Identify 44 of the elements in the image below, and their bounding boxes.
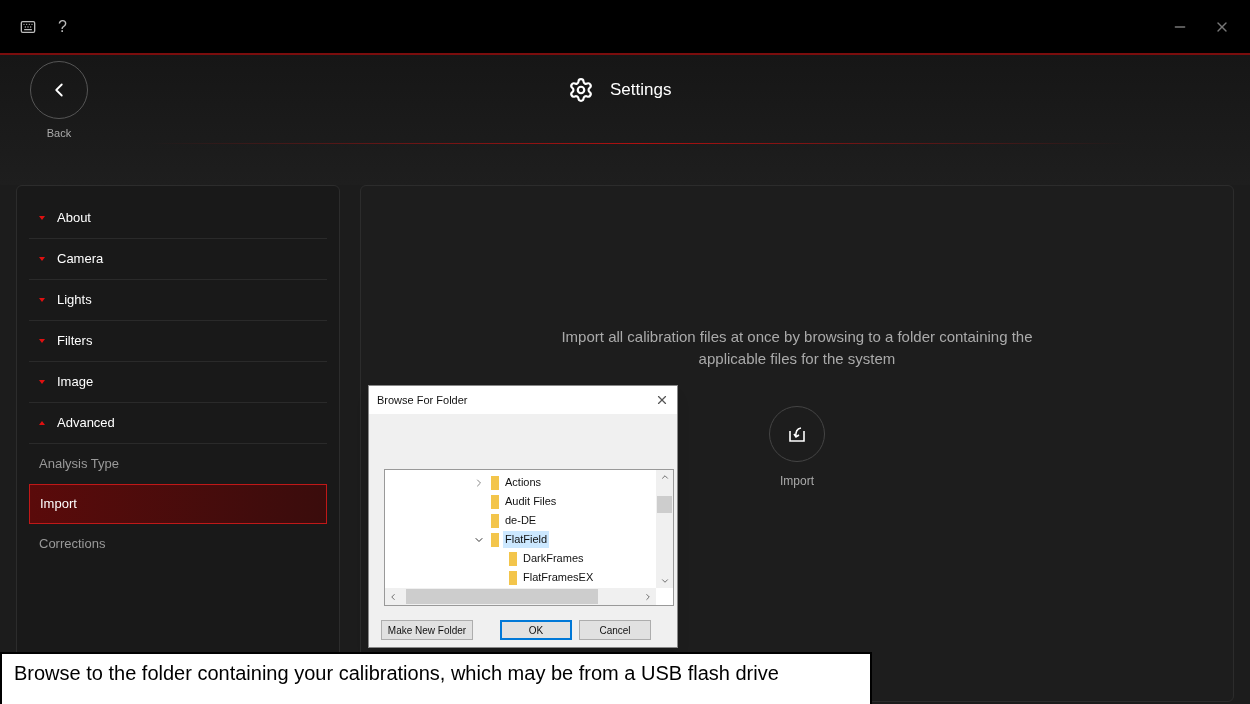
sidebar-section[interactable]: Filters: [29, 321, 327, 362]
dialog-button[interactable]: Cancel: [579, 620, 651, 640]
sidebar-section[interactable]: Advanced: [29, 403, 327, 444]
folder-item[interactable]: FlatFramesEX: [521, 569, 596, 586]
sidebar-section[interactable]: Image: [29, 362, 327, 403]
dialog-button[interactable]: Make New Folder: [381, 620, 473, 640]
close-icon[interactable]: [655, 393, 669, 407]
sidebar-section[interactable]: Camera: [29, 239, 327, 280]
gear-icon: [568, 77, 594, 103]
vertical-scrollbar[interactable]: [656, 470, 673, 588]
scroll-left-icon[interactable]: [388, 591, 398, 602]
help-button[interactable]: ?: [58, 14, 67, 39]
folder-icon: [491, 513, 499, 528]
sidebar-item[interactable]: Import: [29, 484, 327, 524]
sidebar-item[interactable]: Analysis Type: [29, 444, 327, 484]
dialog-button[interactable]: OK: [500, 620, 572, 640]
scrollbar-thumb[interactable]: [657, 495, 672, 513]
folder-icon: [509, 570, 517, 585]
scroll-right-icon[interactable]: [643, 591, 653, 602]
scroll-down-icon[interactable]: [659, 576, 670, 586]
import-label: Import: [780, 473, 814, 490]
keyboard-icon[interactable]: [20, 18, 36, 35]
back-label: Back: [46, 126, 72, 141]
folder-tree[interactable]: Actions Audit Files de-DE FlatField DarkFrames FlatFramesEX: [384, 469, 674, 606]
import-description: Import all calibration files at once by browsing to a folder containing the applicable files for the system: [560, 327, 1034, 369]
scroll-up-icon[interactable]: [659, 472, 670, 482]
folder-icon: [509, 551, 517, 566]
import-icon: [788, 426, 806, 442]
folder-item[interactable]: FlatField: [503, 531, 550, 548]
folder-item[interactable]: DarkFrames: [521, 550, 586, 567]
folder-item[interactable]: Audit Files: [503, 493, 559, 510]
caption-text: Browse to the folder containing your calibrations, which may be from a USB flash drive: [14, 661, 780, 686]
horizontal-scrollbar[interactable]: [385, 588, 656, 605]
folder-item[interactable]: de-DE: [503, 512, 539, 529]
dialog-title: Browse For Folder: [377, 392, 468, 408]
page-title: Settings: [610, 79, 672, 102]
folder-icon: [491, 494, 499, 509]
sidebar-section[interactable]: About: [29, 198, 327, 239]
scrollbar-thumb[interactable]: [406, 589, 598, 604]
folder-icon: [491, 475, 499, 490]
folder-icon: [491, 532, 499, 547]
sidebar-item[interactable]: Corrections: [29, 524, 327, 564]
folder-item[interactable]: Actions: [503, 474, 544, 491]
sidebar-section[interactable]: Lights: [29, 280, 327, 321]
